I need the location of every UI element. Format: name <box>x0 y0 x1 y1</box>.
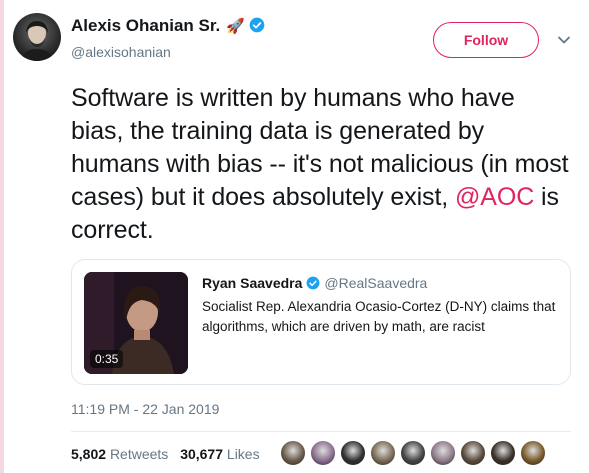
liker-avatar[interactable] <box>460 440 486 466</box>
tweet-timestamp[interactable]: 11:19 PM - 22 Jan 2019 <box>71 401 219 417</box>
retweets-count: 5,802 <box>71 446 107 462</box>
liker-avatar[interactable] <box>430 440 456 466</box>
author-handle[interactable]: @alexisohanian <box>71 44 171 60</box>
liker-avatar[interactable] <box>400 440 426 466</box>
liker-avatar[interactable] <box>340 440 366 466</box>
mention-link[interactable]: @AOC <box>455 183 534 211</box>
author-name[interactable]: Alexis Ohanian Sr. 🚀 <box>71 16 265 36</box>
likes-label: Likes <box>226 446 260 462</box>
rocket-icon: 🚀 <box>226 18 245 35</box>
quoted-tweet-text: Socialist Rep. Alexandria Ocasio-Cortez … <box>202 299 556 334</box>
video-thumbnail[interactable]: 0:35 <box>84 272 188 374</box>
liker-avatar[interactable] <box>280 440 306 466</box>
retweets-stat[interactable]: 5,802 Retweets <box>71 446 168 462</box>
liker-avatar[interactable] <box>520 440 546 466</box>
author-avatar[interactable] <box>13 13 61 61</box>
liker-avatars <box>280 440 550 466</box>
retweets-label: Retweets <box>109 446 169 462</box>
left-accent-bar <box>0 0 4 473</box>
likes-count: 30,677 <box>180 446 224 462</box>
liker-avatar[interactable] <box>370 440 396 466</box>
liker-avatar[interactable] <box>310 440 336 466</box>
follow-button[interactable]: Follow <box>433 22 539 58</box>
chevron-down-icon[interactable] <box>557 33 571 47</box>
author-name-text[interactable]: Alexis Ohanian Sr. <box>71 16 220 35</box>
quoted-tweet-card[interactable]: 0:35 Ryan Saavedra @RealSaavedra Socialis… <box>71 259 571 385</box>
video-duration: 0:35 <box>90 350 124 368</box>
verified-badge-icon <box>249 17 265 33</box>
quoted-author[interactable]: Ryan Saavedra @RealSaavedra <box>202 275 427 291</box>
verified-badge-icon <box>306 276 320 290</box>
likes-stat[interactable]: 30,677 Likes <box>180 446 259 462</box>
tweet-stats: 5,802 Retweets 30,677 Likes <box>71 446 260 462</box>
stats-divider <box>71 431 571 432</box>
quoted-author-handle[interactable]: @RealSaavedra <box>324 275 427 291</box>
liker-avatar[interactable] <box>490 440 516 466</box>
quoted-author-name[interactable]: Ryan Saavedra <box>202 275 302 291</box>
tweet-text: Software is written by humans who have b… <box>71 82 571 247</box>
